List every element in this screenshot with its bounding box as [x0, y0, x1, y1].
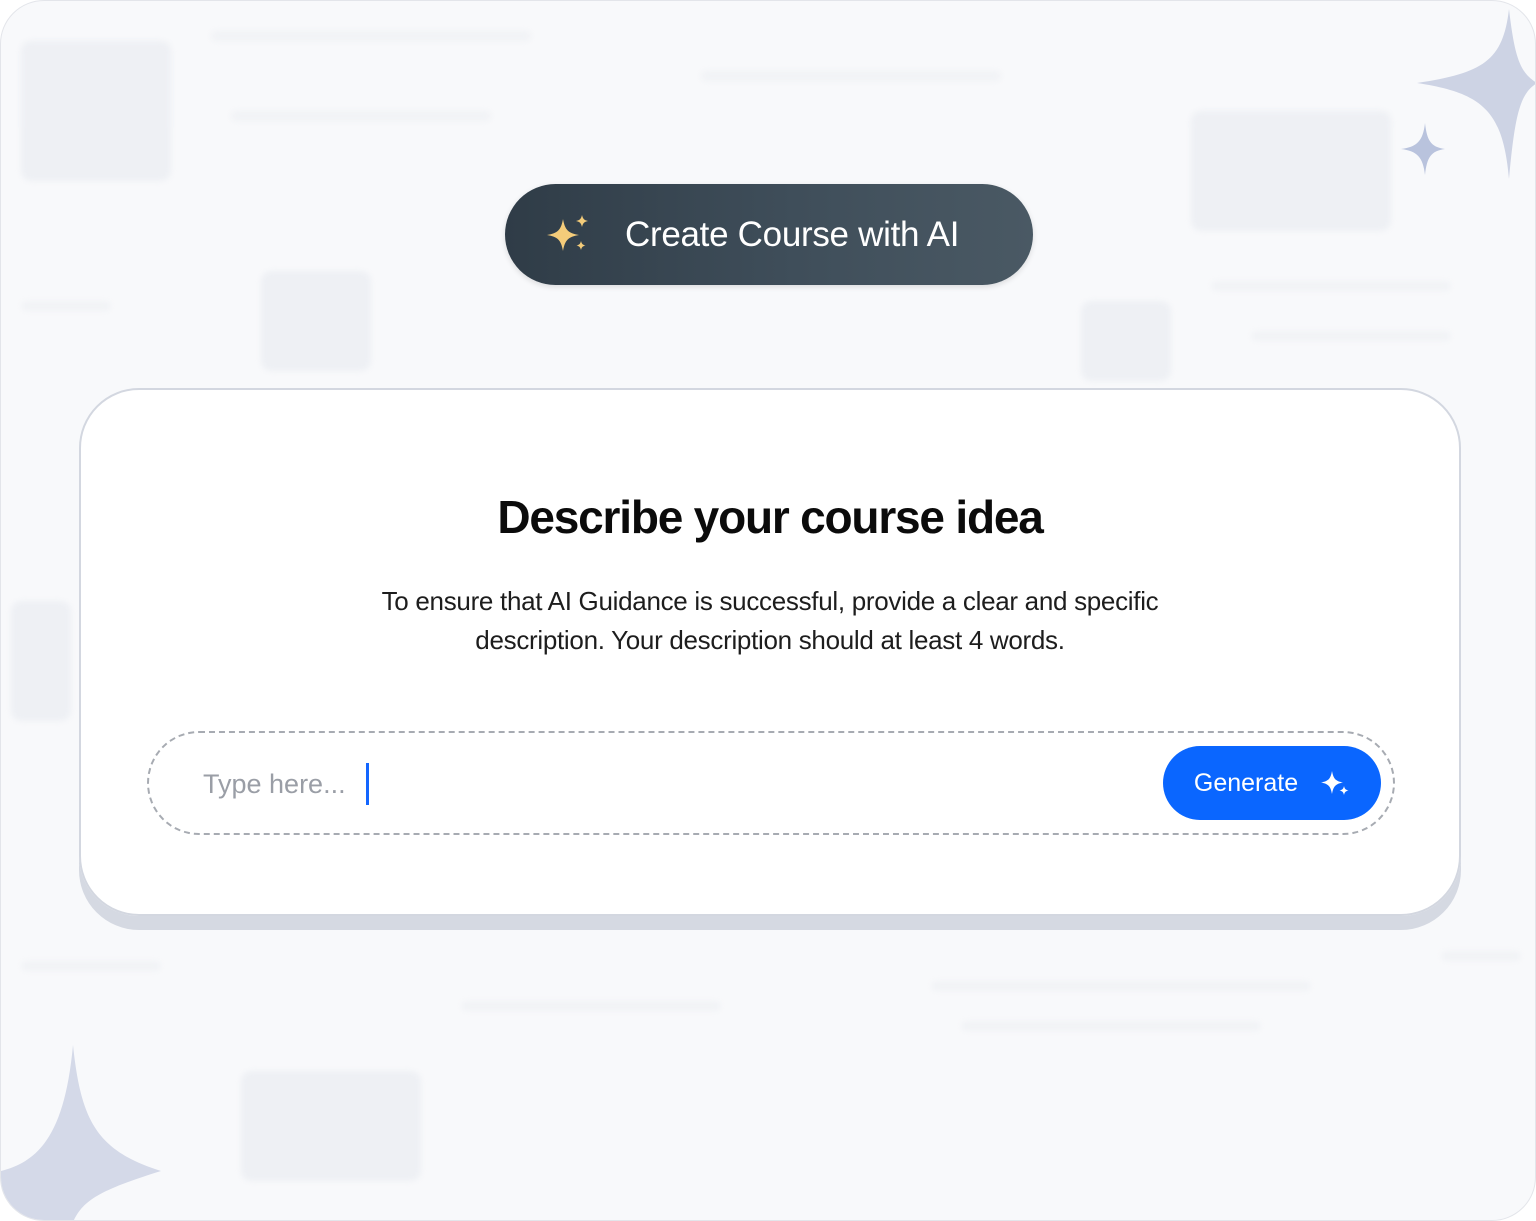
bg-line	[461, 1001, 721, 1011]
text-caret	[366, 763, 369, 805]
generate-button[interactable]: Generate	[1163, 746, 1381, 820]
bg-line	[931, 981, 1311, 991]
pill-label: Create Course with AI	[625, 214, 960, 254]
create-course-ai-badge: Create Course with AI	[505, 184, 1033, 285]
bg-line	[21, 961, 161, 971]
bg-line	[21, 301, 111, 311]
app-frame: Create Course with AI Describe your cour…	[0, 0, 1536, 1221]
bg-block	[1191, 111, 1391, 231]
bg-block	[11, 601, 71, 721]
course-idea-card: Describe your course idea To ensure that…	[79, 388, 1461, 916]
generate-button-label: Generate	[1193, 768, 1299, 797]
card-title: Describe your course idea	[497, 491, 1043, 543]
sparkles-icon	[545, 214, 591, 255]
course-idea-input-container: Generate	[147, 731, 1395, 835]
bg-line	[1211, 281, 1451, 291]
bg-line	[701, 71, 1001, 81]
bg-line	[1251, 331, 1451, 341]
bg-line	[1441, 951, 1521, 961]
bg-block	[241, 1071, 421, 1181]
bg-block	[261, 271, 371, 371]
bg-line	[961, 1021, 1261, 1031]
bg-line	[231, 111, 491, 121]
decor-star-bottom-icon	[1, 1045, 161, 1220]
bg-block	[21, 41, 171, 181]
bg-block	[1081, 301, 1171, 381]
card-description: To ensure that AI Guidance is successful…	[381, 586, 1159, 655]
course-idea-input[interactable]	[201, 755, 1105, 813]
sparkles-icon	[1320, 768, 1350, 798]
decor-star-small-icon	[1401, 123, 1445, 175]
bg-line	[211, 31, 531, 41]
